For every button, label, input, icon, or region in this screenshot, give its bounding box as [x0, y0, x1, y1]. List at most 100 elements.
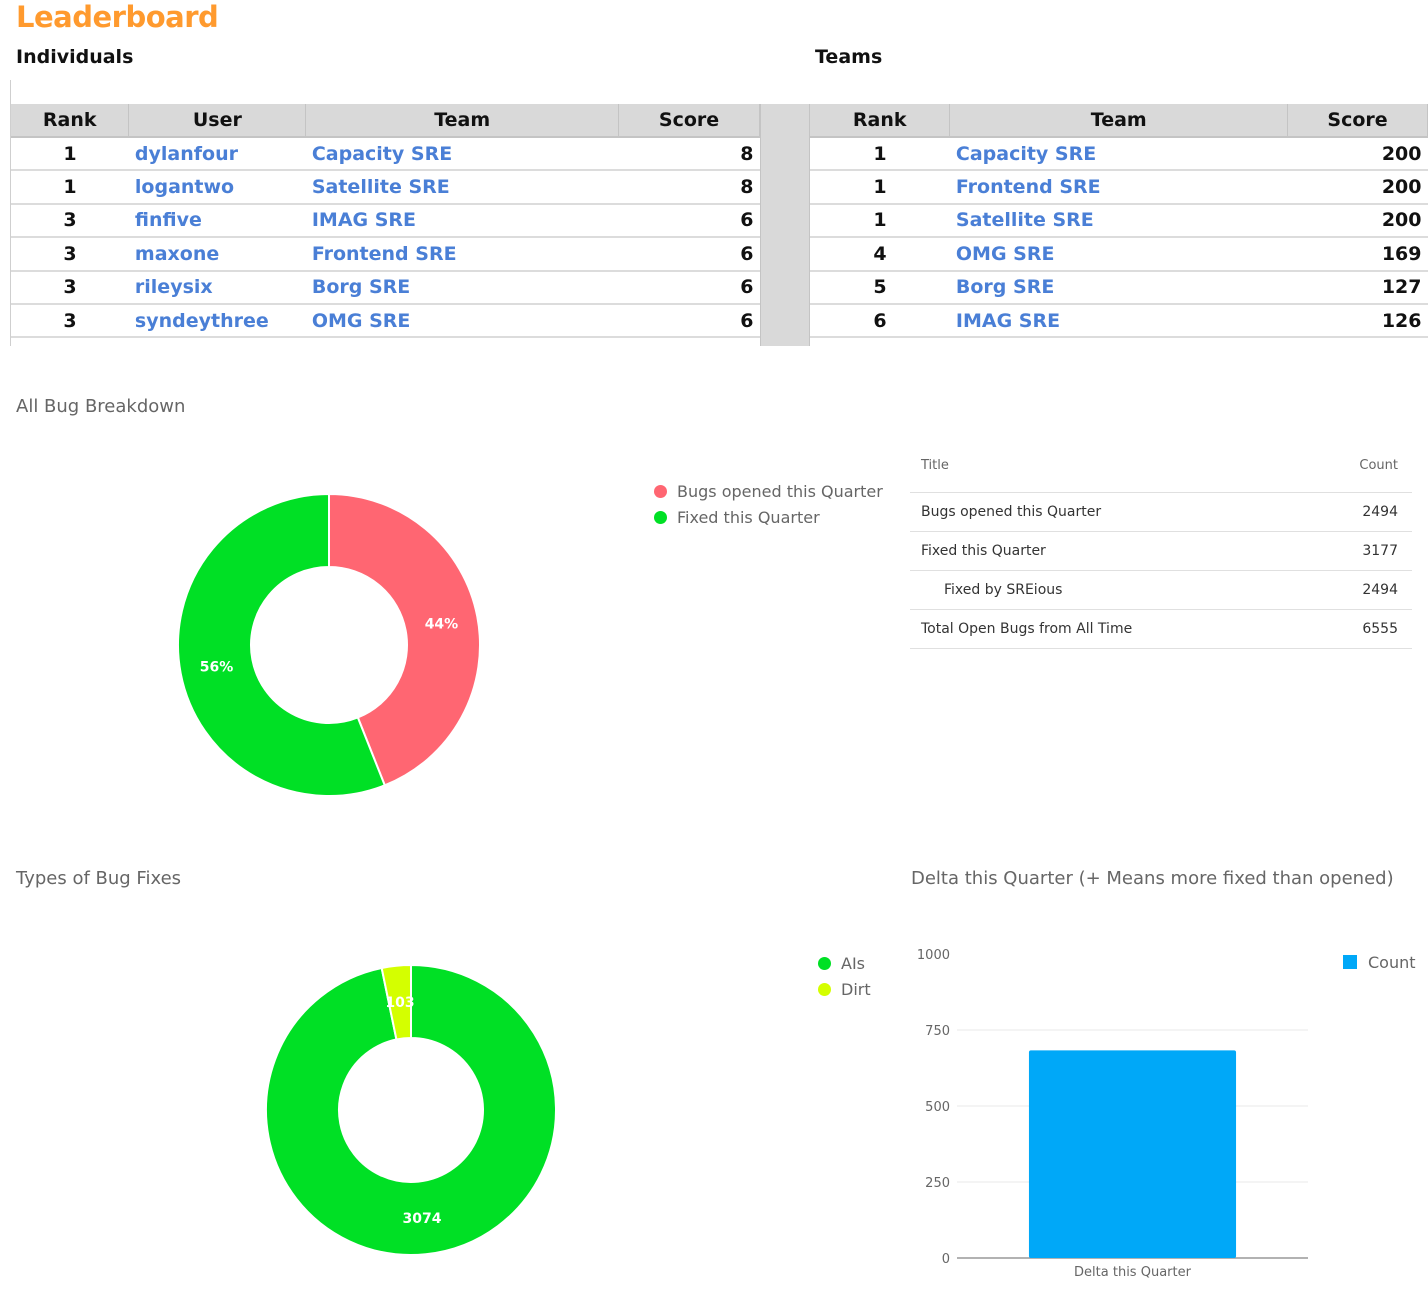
- y-tick-label: 250: [925, 1176, 950, 1191]
- slice-label: 44%: [425, 616, 459, 632]
- score-cell: 200: [1287, 170, 1428, 205]
- title-cell: Bugs opened this Quarter: [910, 492, 1301, 532]
- team-link[interactable]: OMG SRE: [305, 303, 619, 339]
- title-cell: Fixed by SREious: [910, 570, 1301, 610]
- rank-cell: 6: [810, 303, 950, 339]
- col-header-rank[interactable]: Rank: [810, 104, 951, 138]
- col-header-user[interactable]: User: [128, 104, 307, 138]
- slice-label: 103: [385, 995, 414, 1011]
- y-tick-label: 0: [942, 1252, 950, 1267]
- count-cell: 3177: [1300, 531, 1412, 571]
- chart-title-bug-fix-types: Types of Bug Fixes: [16, 868, 182, 889]
- col-header-rank[interactable]: Rank: [11, 104, 130, 138]
- table-row: 1 dylanfour Capacity SRE 8: [11, 137, 760, 172]
- bar[interactable]: [1028, 1050, 1237, 1258]
- team-link[interactable]: Capacity SRE: [949, 137, 1288, 172]
- count-cell: 2494: [1300, 570, 1412, 610]
- user-link[interactable]: rileysix: [128, 270, 306, 305]
- team-link[interactable]: Borg SRE: [305, 270, 619, 305]
- user-link[interactable]: finfive: [128, 203, 306, 239]
- rank-cell: 1: [11, 170, 129, 205]
- team-link[interactable]: Frontend SRE: [949, 170, 1288, 205]
- legend-swatch-icon: [654, 484, 667, 498]
- legend-label: Bugs opened this Quarter: [677, 481, 883, 501]
- score-cell: 200: [1287, 137, 1428, 172]
- score-cell: 200: [1287, 203, 1428, 239]
- table-row: 3 rileysix Borg SRE 6: [11, 270, 760, 305]
- leaderboard-title: Leaderboard: [16, 0, 219, 34]
- score-cell: 6: [618, 303, 760, 339]
- slice-label: 56%: [200, 660, 234, 676]
- table-row: 5 Borg SRE 127: [810, 270, 1428, 305]
- rank-cell: 3: [11, 203, 129, 239]
- bug-breakdown-legend: Bugs opened this Quarter Fixed this Quar…: [654, 478, 883, 530]
- score-cell: 169: [1287, 237, 1428, 272]
- legend-label[interactable]: Count: [1368, 953, 1416, 972]
- column-gutter: [760, 104, 810, 346]
- table-row: Total Open Bugs from All Time 6555: [910, 609, 1412, 649]
- rank-cell: 1: [810, 170, 950, 205]
- col-header-team[interactable]: Team: [305, 104, 620, 138]
- team-link[interactable]: OMG SRE: [949, 237, 1288, 272]
- table-row: 1 Capacity SRE 200: [810, 137, 1428, 172]
- y-tick-label: 500: [925, 1100, 950, 1115]
- individuals-heading: Individuals: [16, 46, 134, 68]
- rank-cell: 3: [11, 303, 129, 339]
- legend-swatch-icon: [1343, 955, 1357, 969]
- team-link[interactable]: Borg SRE: [949, 270, 1288, 305]
- legend-swatch-icon: [818, 982, 831, 996]
- score-cell: 8: [618, 137, 760, 172]
- table-row: 1 logantwo Satellite SRE 8: [11, 170, 760, 205]
- team-link[interactable]: IMAG SRE: [305, 203, 619, 239]
- table-row: 3 finfive IMAG SRE 6: [11, 203, 760, 239]
- legend-label: Dirt: [841, 979, 871, 999]
- team-link[interactable]: Satellite SRE: [305, 170, 619, 205]
- table-row: Fixed this Quarter 3177: [910, 531, 1412, 571]
- table-row: 1 Satellite SRE 200: [810, 203, 1428, 239]
- col-header-count[interactable]: Count: [1300, 440, 1412, 493]
- count-cell: 6555: [1300, 609, 1412, 649]
- table-row: Bugs opened this Quarter 2494: [910, 492, 1412, 532]
- score-cell: 127: [1287, 270, 1428, 305]
- team-link[interactable]: Frontend SRE: [305, 237, 619, 272]
- legend-item[interactable]: AIs: [818, 950, 871, 976]
- score-cell: 6: [618, 270, 760, 305]
- score-cell: 8: [618, 170, 760, 205]
- score-cell: 126: [1287, 303, 1428, 339]
- team-link[interactable]: IMAG SRE: [949, 303, 1288, 339]
- legend-label: Fixed this Quarter: [677, 507, 820, 527]
- user-link[interactable]: maxone: [128, 237, 306, 272]
- col-header-score[interactable]: Score: [1287, 104, 1428, 138]
- table-row: 3 maxone Frontend SRE 6: [11, 237, 760, 272]
- user-link[interactable]: logantwo: [128, 170, 306, 205]
- user-link[interactable]: syndeythree: [128, 303, 306, 339]
- table-row: Fixed by SREious 2494: [910, 570, 1412, 610]
- chart-title-bug-breakdown: All Bug Breakdown: [16, 396, 186, 417]
- legend-item[interactable]: Bugs opened this Quarter: [654, 478, 883, 504]
- slice-label: 3074: [403, 1211, 442, 1227]
- score-cell: 6: [618, 203, 760, 239]
- rank-cell: 4: [810, 237, 950, 272]
- rank-cell: 1: [810, 137, 950, 172]
- teams-table: Rank Team Score 1 Capacity SRE 200 1 Fronten…: [810, 104, 1428, 339]
- user-link[interactable]: dylanfour: [128, 137, 306, 172]
- rank-cell: 1: [11, 137, 129, 172]
- rank-cell: 1: [810, 203, 950, 239]
- chart-title-delta: Delta this Quarter (+ Means more fixed t…: [911, 868, 1394, 889]
- legend-item[interactable]: Dirt: [818, 976, 871, 1002]
- teams-heading: Teams: [815, 46, 883, 68]
- legend-swatch-icon: [654, 510, 667, 524]
- y-tick-label: 1000: [917, 948, 950, 963]
- team-link[interactable]: Capacity SRE: [305, 137, 619, 172]
- col-header-score[interactable]: Score: [618, 104, 760, 138]
- individuals-table: Rank User Team Score 1 dylanfour Capacity …: [11, 104, 760, 339]
- table-row: 1 Frontend SRE 200: [810, 170, 1428, 205]
- y-tick-label: 750: [925, 1024, 950, 1039]
- legend-item[interactable]: Fixed this Quarter: [654, 504, 883, 530]
- rank-cell: 3: [11, 270, 129, 305]
- team-link[interactable]: Satellite SRE: [949, 203, 1288, 239]
- delta-bar-chart: 0 250 500 750 1000 Delta this Quarter Count: [917, 948, 1416, 1280]
- table-row: 4 OMG SRE 169: [810, 237, 1428, 272]
- col-header-team[interactable]: Team: [949, 104, 1289, 138]
- col-header-title[interactable]: Title: [910, 440, 1301, 493]
